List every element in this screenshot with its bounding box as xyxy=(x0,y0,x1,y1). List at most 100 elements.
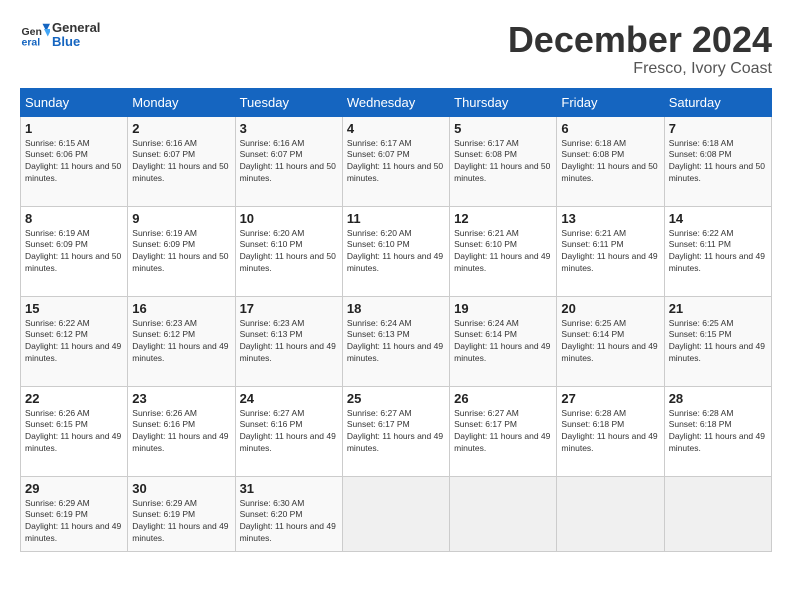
calendar-cell: 29 Sunrise: 6:29 AM Sunset: 6:19 PM Dayl… xyxy=(21,476,128,551)
day-info: Sunrise: 6:21 AM Sunset: 6:10 PM Dayligh… xyxy=(454,228,552,276)
calendar-cell: 23 Sunrise: 6:26 AM Sunset: 6:16 PM Dayl… xyxy=(128,386,235,476)
day-number: 6 xyxy=(561,121,659,136)
weekday-header-thursday: Thursday xyxy=(450,88,557,116)
calendar-cell: 24 Sunrise: 6:27 AM Sunset: 6:16 PM Dayl… xyxy=(235,386,342,476)
header: Gen eral General Blue December 2024 Fres… xyxy=(20,20,772,78)
weekday-header-wednesday: Wednesday xyxy=(342,88,449,116)
day-info: Sunrise: 6:29 AM Sunset: 6:19 PM Dayligh… xyxy=(132,498,230,546)
day-info: Sunrise: 6:27 AM Sunset: 6:17 PM Dayligh… xyxy=(454,408,552,456)
day-info: Sunrise: 6:27 AM Sunset: 6:17 PM Dayligh… xyxy=(347,408,445,456)
day-info: Sunrise: 6:19 AM Sunset: 6:09 PM Dayligh… xyxy=(25,228,123,276)
calendar-cell: 19 Sunrise: 6:24 AM Sunset: 6:14 PM Dayl… xyxy=(450,296,557,386)
day-info: Sunrise: 6:18 AM Sunset: 6:08 PM Dayligh… xyxy=(561,138,659,186)
day-number: 19 xyxy=(454,301,552,316)
day-number: 4 xyxy=(347,121,445,136)
day-info: Sunrise: 6:23 AM Sunset: 6:12 PM Dayligh… xyxy=(132,318,230,366)
calendar-cell: 27 Sunrise: 6:28 AM Sunset: 6:18 PM Dayl… xyxy=(557,386,664,476)
weekday-header-row: SundayMondayTuesdayWednesdayThursdayFrid… xyxy=(21,88,772,116)
day-info: Sunrise: 6:18 AM Sunset: 6:08 PM Dayligh… xyxy=(669,138,767,186)
day-number: 23 xyxy=(132,391,230,406)
day-number: 8 xyxy=(25,211,123,226)
day-info: Sunrise: 6:30 AM Sunset: 6:20 PM Dayligh… xyxy=(240,498,338,546)
calendar-cell: 1 Sunrise: 6:15 AM Sunset: 6:06 PM Dayli… xyxy=(21,116,128,206)
calendar-cell: 14 Sunrise: 6:22 AM Sunset: 6:11 PM Dayl… xyxy=(664,206,771,296)
day-number: 7 xyxy=(669,121,767,136)
logo-icon: Gen eral xyxy=(20,20,50,50)
calendar-cell: 31 Sunrise: 6:30 AM Sunset: 6:20 PM Dayl… xyxy=(235,476,342,551)
calendar-cell xyxy=(450,476,557,551)
day-info: Sunrise: 6:28 AM Sunset: 6:18 PM Dayligh… xyxy=(669,408,767,456)
calendar-cell xyxy=(664,476,771,551)
day-number: 10 xyxy=(240,211,338,226)
day-number: 18 xyxy=(347,301,445,316)
day-info: Sunrise: 6:26 AM Sunset: 6:15 PM Dayligh… xyxy=(25,408,123,456)
calendar-cell: 4 Sunrise: 6:17 AM Sunset: 6:07 PM Dayli… xyxy=(342,116,449,206)
day-number: 2 xyxy=(132,121,230,136)
calendar-cell: 9 Sunrise: 6:19 AM Sunset: 6:09 PM Dayli… xyxy=(128,206,235,296)
day-number: 3 xyxy=(240,121,338,136)
day-info: Sunrise: 6:21 AM Sunset: 6:11 PM Dayligh… xyxy=(561,228,659,276)
day-info: Sunrise: 6:24 AM Sunset: 6:14 PM Dayligh… xyxy=(454,318,552,366)
weekday-header-tuesday: Tuesday xyxy=(235,88,342,116)
page: Gen eral General Blue December 2024 Fres… xyxy=(0,0,792,612)
day-info: Sunrise: 6:20 AM Sunset: 6:10 PM Dayligh… xyxy=(240,228,338,276)
day-number: 16 xyxy=(132,301,230,316)
day-number: 9 xyxy=(132,211,230,226)
weekday-header-friday: Friday xyxy=(557,88,664,116)
day-number: 22 xyxy=(25,391,123,406)
day-number: 30 xyxy=(132,481,230,496)
calendar-cell: 3 Sunrise: 6:16 AM Sunset: 6:07 PM Dayli… xyxy=(235,116,342,206)
logo: Gen eral General Blue xyxy=(20,20,100,50)
calendar-cell: 26 Sunrise: 6:27 AM Sunset: 6:17 PM Dayl… xyxy=(450,386,557,476)
day-info: Sunrise: 6:23 AM Sunset: 6:13 PM Dayligh… xyxy=(240,318,338,366)
day-number: 24 xyxy=(240,391,338,406)
calendar-cell: 8 Sunrise: 6:19 AM Sunset: 6:09 PM Dayli… xyxy=(21,206,128,296)
day-number: 5 xyxy=(454,121,552,136)
weekday-header-saturday: Saturday xyxy=(664,88,771,116)
calendar-cell: 12 Sunrise: 6:21 AM Sunset: 6:10 PM Dayl… xyxy=(450,206,557,296)
svg-text:eral: eral xyxy=(22,37,41,49)
calendar-cell xyxy=(342,476,449,551)
day-info: Sunrise: 6:22 AM Sunset: 6:12 PM Dayligh… xyxy=(25,318,123,366)
weekday-header-sunday: Sunday xyxy=(21,88,128,116)
day-number: 15 xyxy=(25,301,123,316)
day-number: 28 xyxy=(669,391,767,406)
calendar-cell: 20 Sunrise: 6:25 AM Sunset: 6:14 PM Dayl… xyxy=(557,296,664,386)
week-row-2: 8 Sunrise: 6:19 AM Sunset: 6:09 PM Dayli… xyxy=(21,206,772,296)
day-number: 26 xyxy=(454,391,552,406)
logo-general: General xyxy=(52,21,100,35)
day-info: Sunrise: 6:17 AM Sunset: 6:07 PM Dayligh… xyxy=(347,138,445,186)
day-info: Sunrise: 6:26 AM Sunset: 6:16 PM Dayligh… xyxy=(132,408,230,456)
calendar-cell: 17 Sunrise: 6:23 AM Sunset: 6:13 PM Dayl… xyxy=(235,296,342,386)
calendar-cell: 11 Sunrise: 6:20 AM Sunset: 6:10 PM Dayl… xyxy=(342,206,449,296)
day-number: 12 xyxy=(454,211,552,226)
calendar-cell: 10 Sunrise: 6:20 AM Sunset: 6:10 PM Dayl… xyxy=(235,206,342,296)
calendar-cell: 6 Sunrise: 6:18 AM Sunset: 6:08 PM Dayli… xyxy=(557,116,664,206)
calendar-cell: 16 Sunrise: 6:23 AM Sunset: 6:12 PM Dayl… xyxy=(128,296,235,386)
calendar-cell: 7 Sunrise: 6:18 AM Sunset: 6:08 PM Dayli… xyxy=(664,116,771,206)
week-row-4: 22 Sunrise: 6:26 AM Sunset: 6:15 PM Dayl… xyxy=(21,386,772,476)
day-info: Sunrise: 6:17 AM Sunset: 6:08 PM Dayligh… xyxy=(454,138,552,186)
calendar-cell: 5 Sunrise: 6:17 AM Sunset: 6:08 PM Dayli… xyxy=(450,116,557,206)
day-info: Sunrise: 6:16 AM Sunset: 6:07 PM Dayligh… xyxy=(132,138,230,186)
calendar-cell: 18 Sunrise: 6:24 AM Sunset: 6:13 PM Dayl… xyxy=(342,296,449,386)
day-info: Sunrise: 6:15 AM Sunset: 6:06 PM Dayligh… xyxy=(25,138,123,186)
calendar-cell: 25 Sunrise: 6:27 AM Sunset: 6:17 PM Dayl… xyxy=(342,386,449,476)
month-title: December 2024 xyxy=(508,20,772,60)
title-block: December 2024 Fresco, Ivory Coast xyxy=(508,20,772,78)
day-number: 31 xyxy=(240,481,338,496)
calendar-cell: 2 Sunrise: 6:16 AM Sunset: 6:07 PM Dayli… xyxy=(128,116,235,206)
calendar-cell: 15 Sunrise: 6:22 AM Sunset: 6:12 PM Dayl… xyxy=(21,296,128,386)
calendar-cell xyxy=(557,476,664,551)
week-row-3: 15 Sunrise: 6:22 AM Sunset: 6:12 PM Dayl… xyxy=(21,296,772,386)
weekday-header-monday: Monday xyxy=(128,88,235,116)
day-number: 20 xyxy=(561,301,659,316)
day-number: 27 xyxy=(561,391,659,406)
calendar-cell: 28 Sunrise: 6:28 AM Sunset: 6:18 PM Dayl… xyxy=(664,386,771,476)
week-row-1: 1 Sunrise: 6:15 AM Sunset: 6:06 PM Dayli… xyxy=(21,116,772,206)
day-number: 14 xyxy=(669,211,767,226)
day-info: Sunrise: 6:29 AM Sunset: 6:19 PM Dayligh… xyxy=(25,498,123,546)
calendar-cell: 30 Sunrise: 6:29 AM Sunset: 6:19 PM Dayl… xyxy=(128,476,235,551)
calendar-table: SundayMondayTuesdayWednesdayThursdayFrid… xyxy=(20,88,772,552)
day-number: 25 xyxy=(347,391,445,406)
